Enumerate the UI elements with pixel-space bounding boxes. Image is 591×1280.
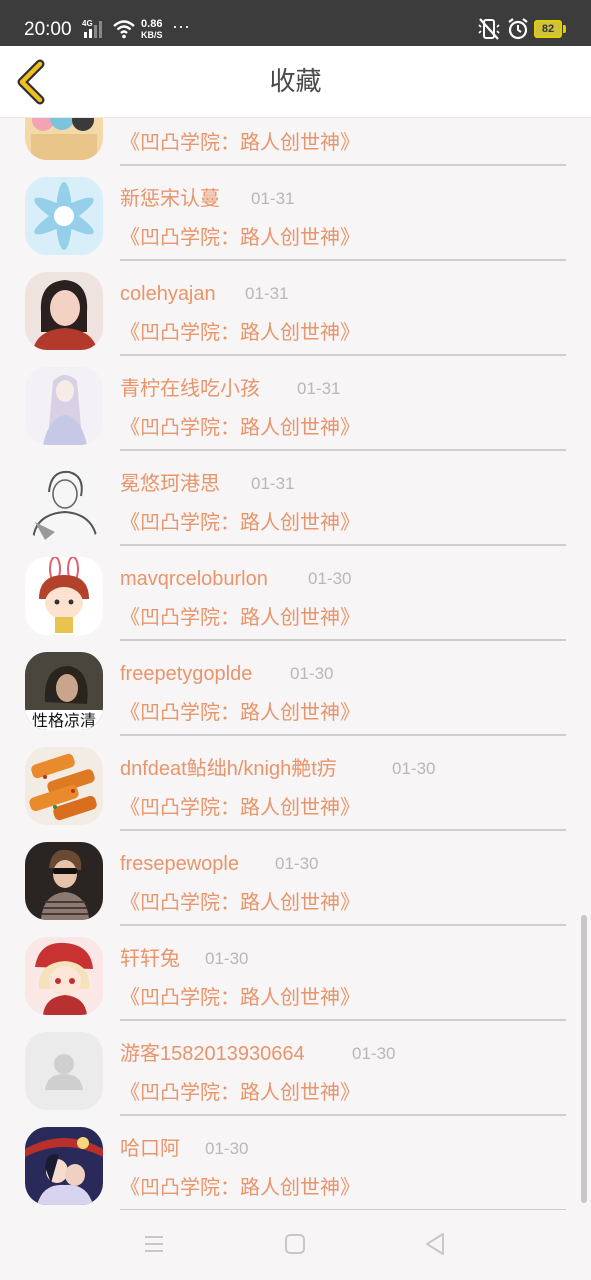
username[interactable]: dnfdeat鲇绌h/knigh艴t疠 <box>120 755 337 783</box>
mute-icon <box>478 18 500 40</box>
avatar[interactable] <box>25 747 103 825</box>
username[interactable]: mavqrceloburlon <box>120 565 268 593</box>
avatar[interactable] <box>25 1032 103 1110</box>
book-title[interactable]: 《凹凸学院：路人创世神》 <box>120 128 360 156</box>
back-icon[interactable] <box>419 1228 451 1260</box>
book-title[interactable]: 《凹凸学院：路人创世神》 <box>120 413 360 441</box>
book-title[interactable]: 《凹凸学院：路人创世神》 <box>120 318 360 346</box>
date: 01-31 <box>245 284 289 303</box>
book-title[interactable]: 《凹凸学院：路人创世神》 <box>120 888 360 916</box>
username[interactable]: 青柠在线吃小孩 <box>120 375 260 403</box>
row-divider <box>120 924 566 926</box>
row-divider <box>120 164 566 166</box>
list-item[interactable]: 《凹凸学院：路人创世神》 <box>0 118 591 173</box>
username[interactable]: 游客1582013930664 <box>120 1040 305 1068</box>
scrollbar[interactable] <box>581 915 587 1203</box>
row-divider <box>120 639 566 641</box>
date: 01-31 <box>251 189 295 208</box>
date: 01-30 <box>392 759 436 778</box>
username[interactable]: fresepewople <box>120 850 239 878</box>
row-divider <box>120 544 566 546</box>
book-title[interactable]: 《凹凸学院：路人创世神》 <box>120 983 360 1011</box>
row-divider <box>120 829 566 831</box>
network-type: 4G <box>82 19 93 28</box>
avatar[interactable] <box>25 937 103 1015</box>
username[interactable]: 哈口阿 <box>120 1135 180 1163</box>
avatar-caption: 性格凉清 <box>32 711 96 730</box>
list-item[interactable]: 冕悠珂港思 01-31 《凹凸学院：路人创世神》 <box>0 458 591 553</box>
row-divider <box>120 734 566 736</box>
book-title[interactable]: 《凹凸学院：路人创世神》 <box>120 508 360 536</box>
row-divider <box>120 1114 566 1116</box>
network-speed: 0.86 KB/S <box>141 18 163 40</box>
username[interactable]: colehyajan <box>120 280 216 308</box>
avatar[interactable]: 性格凉清 <box>25 652 103 730</box>
avatar[interactable] <box>25 367 103 445</box>
list-item[interactable]: 性格凉清 freepetygoplde 01-30 《凹凸学院：路人创世神》 <box>0 648 591 743</box>
avatar[interactable] <box>25 842 103 920</box>
username[interactable]: 冕悠珂港思 <box>120 470 220 498</box>
list-item[interactable]: 游客1582013930664 01-30 《凹凸学院：路人创世神》 <box>0 1028 591 1123</box>
more-notifications: ··· <box>172 16 190 36</box>
row-divider <box>120 259 566 261</box>
avatar[interactable] <box>25 118 103 160</box>
date: 01-31 <box>251 474 295 493</box>
speed-unit: KB/S <box>141 30 163 40</box>
row-divider <box>120 1019 566 1021</box>
list-item[interactable]: colehyajan 01-31 《凹凸学院：路人创世神》 <box>0 268 591 363</box>
avatar[interactable] <box>25 1127 103 1205</box>
list-item[interactable]: dnfdeat鲇绌h/knigh艴t疠 01-30 《凹凸学院：路人创世神》 <box>0 743 591 838</box>
battery-level: 82 <box>541 23 555 35</box>
row-divider <box>120 354 566 356</box>
date: 01-30 <box>205 949 249 968</box>
avatar[interactable] <box>25 177 103 255</box>
status-time: 20:00 <box>24 19 72 40</box>
header: 收藏 <box>0 46 591 118</box>
avatar[interactable] <box>25 272 103 350</box>
username[interactable]: 新惩宋认蔓 <box>120 185 220 213</box>
speed-value: 0.86 <box>141 18 163 30</box>
avatar[interactable] <box>25 462 103 540</box>
list-item[interactable]: 轩轩兔 01-30 《凹凸学院：路人创世神》 <box>0 933 591 1028</box>
date: 01-30 <box>275 854 319 873</box>
system-nav-bar <box>0 1210 591 1280</box>
username[interactable]: 轩轩兔 <box>120 945 180 973</box>
avatar[interactable] <box>25 557 103 635</box>
status-bar: 20:00 4G 0.86 KB/S ··· 82 <box>0 0 591 46</box>
list-item[interactable]: 哈口阿 01-30 《凹凸学院：路人创世神》 <box>0 1123 591 1210</box>
list-item[interactable]: mavqrceloburlon 01-30 《凹凸学院：路人创世神》 <box>0 553 591 648</box>
battery-icon: 82 <box>534 20 566 38</box>
book-title[interactable]: 《凹凸学院：路人创世神》 <box>120 698 360 726</box>
date: 01-30 <box>290 664 334 683</box>
date: 01-30 <box>205 1139 249 1158</box>
book-title[interactable]: 《凹凸学院：路人创世神》 <box>120 793 360 821</box>
date: 01-31 <box>297 379 341 398</box>
menu-icon[interactable] <box>138 1228 170 1260</box>
book-title[interactable]: 《凹凸学院：路人创世神》 <box>120 223 360 251</box>
book-title[interactable]: 《凹凸学院：路人创世神》 <box>120 603 360 631</box>
signal-icon: 4G <box>82 19 102 38</box>
row-divider <box>120 449 566 451</box>
book-title[interactable]: 《凹凸学院：路人创世神》 <box>120 1078 360 1106</box>
list-item[interactable]: fresepewople 01-30 《凹凸学院：路人创世神》 <box>0 838 591 933</box>
list-item[interactable]: 新惩宋认蔓 01-31 《凹凸学院：路人创世神》 <box>0 173 591 268</box>
username[interactable]: freepetygoplde <box>120 660 252 688</box>
book-title[interactable]: 《凹凸学院：路人创世神》 <box>120 1173 360 1201</box>
default-user-icon <box>25 1032 103 1110</box>
list-item[interactable]: 青柠在线吃小孩 01-31 《凹凸学院：路人创世神》 <box>0 363 591 458</box>
alarm-icon <box>508 18 528 40</box>
chevron-left-icon[interactable] <box>10 58 54 106</box>
date: 01-30 <box>352 1044 396 1063</box>
favorites-list[interactable]: 《凹凸学院：路人创世神》 新惩宋认蔓 01-31 《凹凸学院：路人创世神》 co… <box>0 118 591 1210</box>
date: 01-30 <box>308 569 352 588</box>
home-icon[interactable] <box>279 1228 311 1260</box>
page-title: 收藏 <box>269 67 322 97</box>
wifi-icon <box>113 20 135 39</box>
